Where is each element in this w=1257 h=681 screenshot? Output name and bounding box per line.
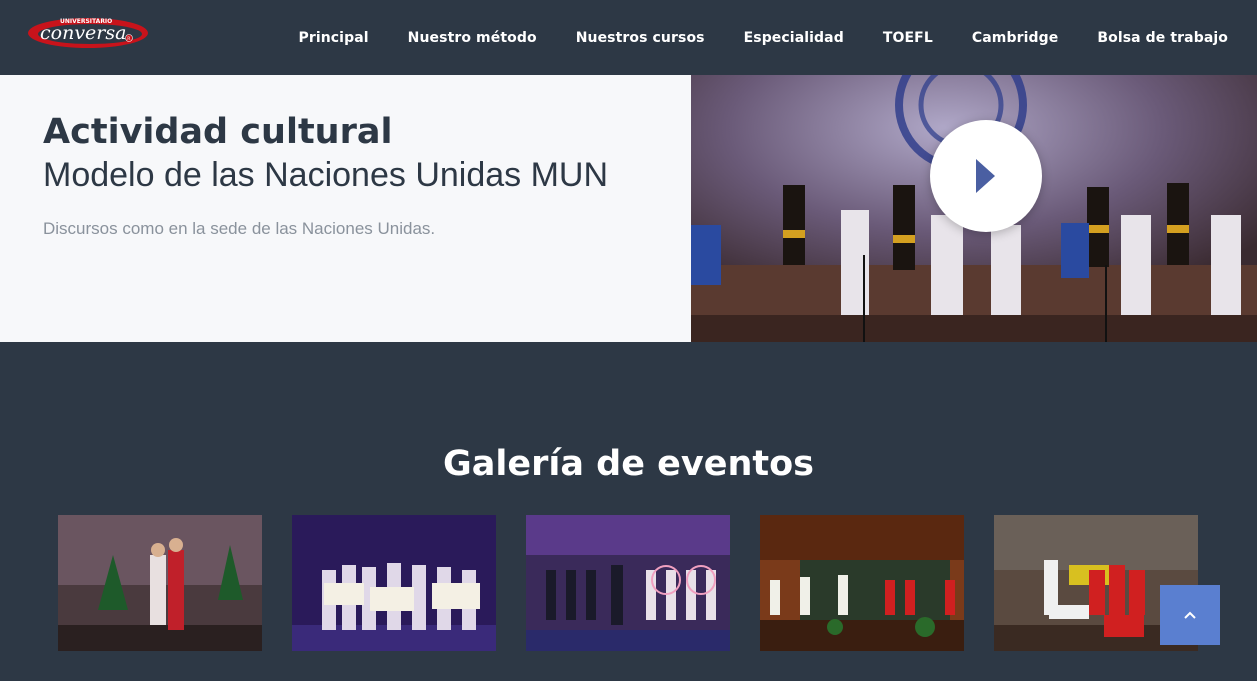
gallery-title: Galería de eventos — [443, 444, 814, 484]
nav-especialidad[interactable]: Especialidad — [744, 30, 844, 46]
main-nav: Principal Nuestro método Nuestros cursos… — [279, 0, 1257, 75]
gallery-thumb[interactable] — [58, 515, 262, 651]
play-icon — [976, 159, 995, 193]
gallery-thumb[interactable] — [526, 515, 730, 651]
nav-principal[interactable]: Principal — [298, 30, 368, 46]
site-logo[interactable]: UNIVERSITARIO conversa R — [26, 12, 150, 56]
hero-subtitle: Modelo de las Naciones Unidas MUN — [43, 156, 609, 194]
nav-toefl[interactable]: TOEFL — [883, 30, 933, 46]
nav-bolsa-de-trabajo[interactable]: Bolsa de trabajo — [1097, 30, 1228, 46]
logo-name-text: conversa — [40, 22, 126, 44]
play-video-button[interactable] — [930, 120, 1042, 232]
nav-nuestro-metodo[interactable]: Nuestro método — [408, 30, 537, 46]
scroll-to-top-button[interactable] — [1160, 585, 1220, 645]
chevron-up-icon — [1184, 611, 1196, 619]
hero-description: Discursos como en la sede de las Nacione… — [43, 219, 436, 238]
nav-cambridge[interactable]: Cambridge — [972, 30, 1058, 46]
logo-registered-mark: R — [127, 36, 130, 42]
gallery-thumb[interactable] — [760, 515, 964, 651]
gallery-thumb[interactable] — [292, 515, 496, 651]
hero-title: Actividad cultural — [43, 112, 393, 152]
site-header: UNIVERSITARIO conversa R Principal Nuest… — [0, 0, 1257, 75]
nav-nuestros-cursos[interactable]: Nuestros cursos — [576, 30, 705, 46]
